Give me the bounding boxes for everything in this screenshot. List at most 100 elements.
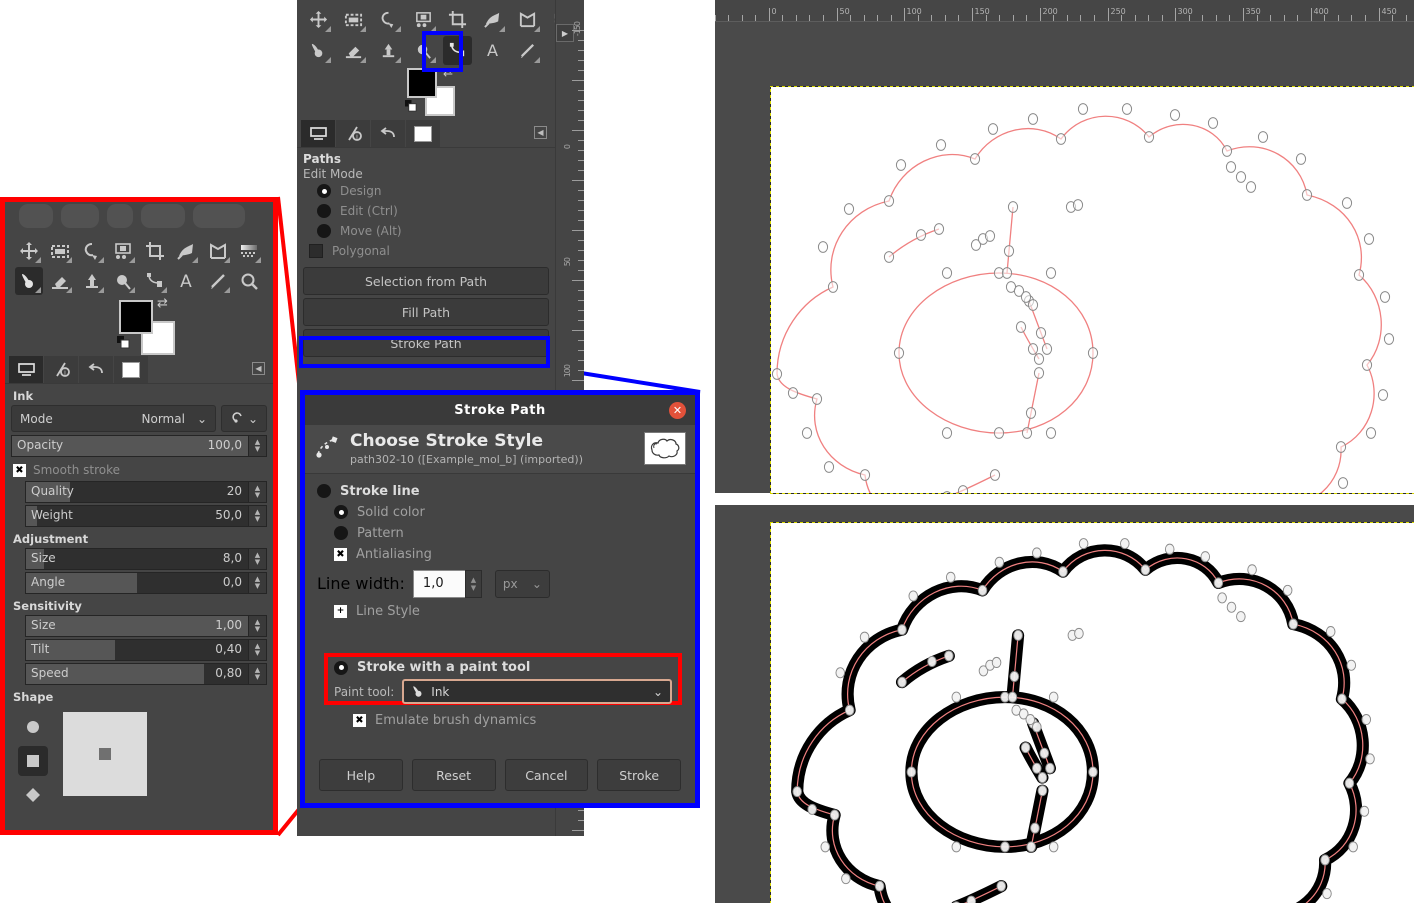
adjustment-angle-slider[interactable]: Angle 0,0 bbox=[25, 572, 249, 594]
stroke-line-row[interactable]: Stroke line bbox=[317, 484, 683, 499]
eraser-tool-icon[interactable] bbox=[339, 36, 368, 65]
foreground-color-swatch[interactable] bbox=[407, 68, 437, 98]
paths-tool-icon[interactable] bbox=[141, 267, 169, 295]
circle-shape-option[interactable] bbox=[18, 712, 48, 742]
tool-options-tab[interactable] bbox=[9, 356, 43, 383]
path-preview-unstroked[interactable]: 0 50 100 150 200 250 300 350 400 450 bbox=[715, 0, 1414, 494]
antialiasing-row[interactable]: ✖ Antialiasing bbox=[334, 547, 683, 562]
quality-slider[interactable]: Quality 20 bbox=[25, 481, 249, 503]
fill-path-button[interactable]: Fill Path bbox=[303, 298, 549, 326]
line-width-stepper[interactable]: ▲ ▼ bbox=[464, 569, 482, 598]
tool-options-tab[interactable] bbox=[301, 120, 335, 147]
colors-tab[interactable] bbox=[406, 120, 440, 147]
solid-color-row[interactable]: Solid color bbox=[334, 505, 683, 520]
ink-tool-icon[interactable] bbox=[15, 267, 43, 295]
adjustment-size-row[interactable]: Size 8,0 ▲ ▼ bbox=[25, 548, 267, 570]
crop-tool-icon[interactable] bbox=[141, 237, 169, 265]
canvas-sheet-stroked[interactable] bbox=[770, 522, 1414, 903]
tab-menu-arrow[interactable]: ◀ bbox=[252, 362, 265, 375]
free-select-tool-icon[interactable] bbox=[374, 5, 403, 34]
measure-tool-icon[interactable] bbox=[513, 36, 542, 65]
colors-tab[interactable] bbox=[114, 356, 148, 383]
expander-plus-icon[interactable]: + bbox=[334, 604, 347, 618]
fuzzy-select-tool-icon[interactable] bbox=[109, 237, 137, 265]
swap-colors-icon[interactable]: ⇄ bbox=[157, 296, 168, 311]
fuzzy-select-tool-icon[interactable] bbox=[409, 5, 438, 34]
undo-history-tab[interactable] bbox=[371, 120, 405, 147]
horizontal-ruler[interactable]: 0 50 100 150 200 250 300 350 400 450 bbox=[715, 0, 1414, 22]
path-preview-stroked[interactable] bbox=[715, 505, 1414, 903]
pattern-row[interactable]: Pattern bbox=[334, 526, 683, 541]
dynamics-button[interactable]: ⌄ bbox=[221, 405, 267, 432]
weight-stepper[interactable]: ▲ ▼ bbox=[249, 505, 267, 527]
free-select-tool-icon[interactable] bbox=[78, 237, 106, 265]
gradient-tool-icon[interactable] bbox=[235, 237, 263, 265]
zoom-tool-icon[interactable] bbox=[235, 267, 263, 295]
quality-row[interactable]: Quality 20 ▲ ▼ bbox=[25, 481, 267, 503]
smudge-tool-icon[interactable] bbox=[109, 267, 137, 295]
radio-icon[interactable] bbox=[317, 484, 331, 499]
opacity-row[interactable]: Opacity 100,0 ▲ ▼ bbox=[11, 435, 267, 457]
sensitivity-tilt-stepper[interactable]: ▲ ▼ bbox=[249, 639, 267, 661]
crop-tool-icon[interactable] bbox=[443, 5, 472, 34]
cancel-button[interactable]: Cancel bbox=[504, 759, 589, 791]
polygonal-row[interactable]: Polygonal bbox=[303, 241, 549, 261]
checkbox-icon[interactable]: ✖ bbox=[13, 463, 26, 477]
shape-preview[interactable] bbox=[63, 712, 147, 796]
eraser-tool-icon[interactable] bbox=[46, 267, 74, 295]
opacity-slider[interactable]: Opacity 100,0 bbox=[11, 435, 249, 457]
stroke-button[interactable]: Stroke bbox=[597, 759, 681, 791]
text-tool-icon[interactable]: A bbox=[478, 36, 507, 65]
close-icon[interactable]: ✕ bbox=[669, 402, 686, 419]
stroke-with-paint-tool-row[interactable]: Stroke with a paint tool bbox=[334, 660, 672, 675]
sensitivity-size-stepper[interactable]: ▲ ▼ bbox=[249, 615, 267, 637]
paint-tool-combo[interactable]: Ink ⌄ bbox=[402, 679, 672, 704]
line-style-row[interactable]: + Line Style bbox=[334, 604, 683, 619]
canvas-sheet[interactable] bbox=[770, 86, 1414, 494]
line-width-input[interactable]: 1,0 bbox=[412, 569, 465, 598]
adjustment-size-stepper[interactable]: ▲ ▼ bbox=[249, 548, 267, 570]
rect-select-tool-icon[interactable] bbox=[339, 5, 368, 34]
adjustment-size-slider[interactable]: Size 8,0 bbox=[25, 548, 249, 570]
sensitivity-speed-slider[interactable]: Speed 0,80 bbox=[25, 663, 249, 685]
sensitivity-speed-row[interactable]: Speed 0,80 ▲ ▼ bbox=[25, 663, 267, 685]
warp-transform-tool-icon[interactable] bbox=[478, 5, 507, 34]
adjustment-angle-row[interactable]: Angle 0,0 ▲ ▼ bbox=[25, 572, 267, 594]
help-button[interactable]: Help bbox=[319, 759, 403, 791]
undo-history-tab[interactable] bbox=[79, 356, 113, 383]
mode-combo[interactable]: Mode Normal ⌄ bbox=[11, 405, 216, 432]
warp-transform-tool-icon[interactable] bbox=[172, 237, 200, 265]
sensitivity-size-slider[interactable]: Size 1,00 bbox=[25, 615, 249, 637]
move-tool-icon[interactable] bbox=[15, 237, 43, 265]
quality-stepper[interactable]: ▲ ▼ bbox=[249, 481, 267, 503]
cage-transform-tool-icon[interactable] bbox=[513, 5, 542, 34]
square-shape-option[interactable] bbox=[18, 746, 48, 776]
reset-colors-icon[interactable] bbox=[117, 336, 131, 350]
opacity-stepper[interactable]: ▲ ▼ bbox=[249, 435, 267, 457]
selection-from-path-button[interactable]: Selection from Path bbox=[303, 267, 549, 295]
ink-tool-icon[interactable] bbox=[304, 36, 333, 65]
smooth-stroke-row[interactable]: ✖ Smooth stroke bbox=[11, 459, 267, 481]
sensitivity-tilt-slider[interactable]: Tilt 0,40 bbox=[25, 639, 249, 661]
radio-icon[interactable] bbox=[317, 204, 331, 218]
emulate-brush-dynamics-row[interactable]: ✖ Emulate brush dynamics bbox=[353, 713, 536, 728]
text-tool-icon[interactable]: A bbox=[172, 267, 200, 295]
clone-tool-icon[interactable] bbox=[78, 267, 106, 295]
radio-icon[interactable] bbox=[334, 505, 348, 520]
device-status-tab[interactable]: i bbox=[44, 356, 78, 383]
weight-row[interactable]: Weight 50,0 ▲ ▼ bbox=[25, 505, 267, 527]
reset-colors-icon[interactable] bbox=[405, 100, 418, 113]
sensitivity-size-row[interactable]: Size 1,00 ▲ ▼ bbox=[25, 615, 267, 637]
checkbox-icon[interactable]: ✖ bbox=[353, 714, 366, 727]
sensitivity-speed-stepper[interactable]: ▲ ▼ bbox=[249, 663, 267, 685]
line-width-unit-combo[interactable]: px ⌄ bbox=[494, 569, 550, 598]
weight-slider[interactable]: Weight 50,0 bbox=[25, 505, 249, 527]
rect-select-tool-icon[interactable] bbox=[46, 237, 74, 265]
sensitivity-tilt-row[interactable]: Tilt 0,40 ▲ ▼ bbox=[25, 639, 267, 661]
radio-icon[interactable] bbox=[334, 660, 348, 675]
checkbox-icon[interactable]: ✖ bbox=[334, 547, 347, 561]
foreground-color-swatch[interactable] bbox=[119, 300, 153, 334]
device-status-tab[interactable]: i bbox=[336, 120, 370, 147]
measure-tool-icon[interactable] bbox=[204, 267, 232, 295]
move-tool-icon[interactable] bbox=[304, 5, 333, 34]
